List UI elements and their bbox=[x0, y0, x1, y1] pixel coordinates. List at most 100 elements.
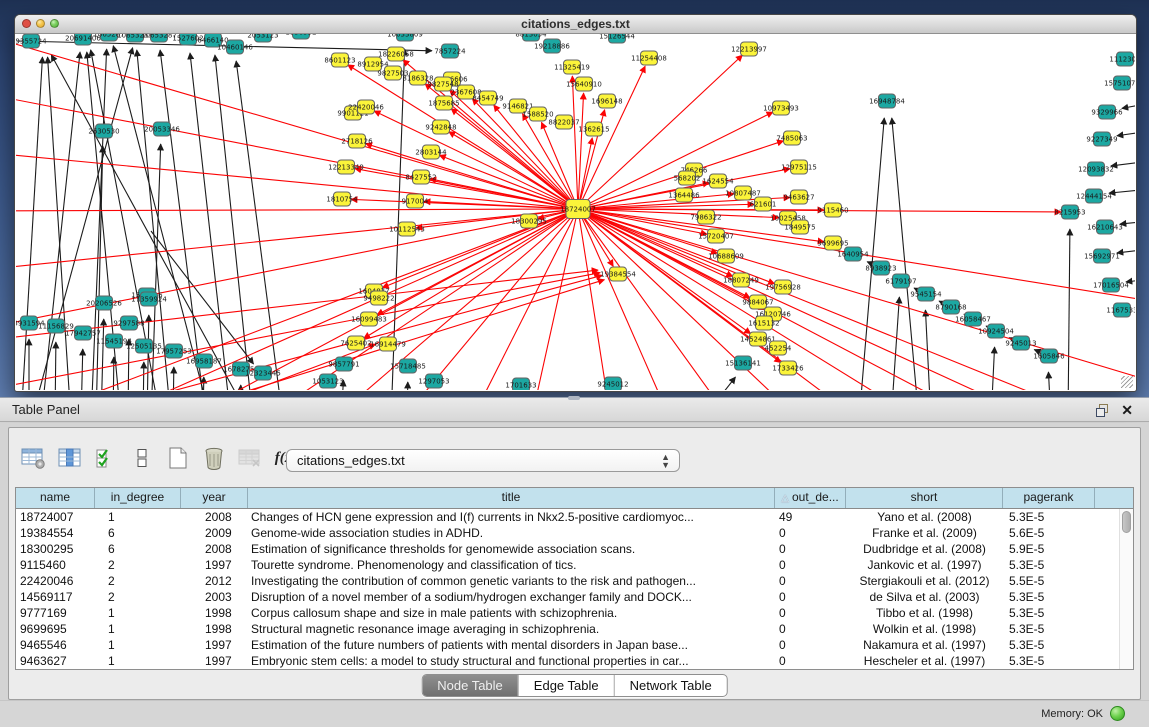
graph-node[interactable]: 7986322 bbox=[690, 210, 721, 224]
table-row[interactable]: 1456911722003Disruption of a novel membe… bbox=[16, 589, 1133, 605]
graph-node[interactable]: 9297588 bbox=[113, 316, 144, 330]
citation-edge-black[interactable] bbox=[1111, 161, 1135, 166]
graph-node[interactable]: 20206526 bbox=[86, 296, 122, 310]
graph-node[interactable]: 2630530 bbox=[88, 124, 119, 138]
graph-node[interactable]: 15640910 bbox=[566, 77, 602, 91]
citation-edge-black[interactable] bbox=[1109, 189, 1135, 193]
graph-node[interactable]: 1112305 bbox=[1109, 52, 1135, 66]
scrollbar-thumb[interactable] bbox=[1122, 511, 1131, 533]
table-row[interactable]: 1938455462009Genome-wide association stu… bbox=[16, 525, 1133, 541]
graph-node[interactable]: 9115460 bbox=[817, 203, 848, 217]
graph-node[interactable]: 11254408 bbox=[631, 51, 667, 65]
delete-column-icon[interactable] bbox=[199, 442, 229, 474]
citation-edge-black[interactable] bbox=[113, 357, 114, 390]
graph-node[interactable]: 1810754 bbox=[326, 192, 358, 206]
graph-node[interactable]: 17016504 bbox=[1093, 278, 1129, 292]
new-column-icon[interactable] bbox=[163, 442, 193, 474]
graph-node[interactable]: 15720407 bbox=[698, 229, 734, 243]
citation-edge-red[interactable] bbox=[572, 76, 578, 209]
graph-node[interactable]: 2053123 bbox=[247, 34, 278, 42]
column-header-name[interactable]: name bbox=[16, 488, 95, 508]
graph-node[interactable]: 19218886 bbox=[534, 39, 570, 53]
citation-edge-black[interactable] bbox=[81, 349, 83, 390]
citation-edge-black[interactable] bbox=[55, 342, 56, 390]
graph-node[interactable]: 1696148 bbox=[591, 94, 622, 108]
table-row[interactable]: 1830029562008Estimation of significance … bbox=[16, 541, 1133, 557]
table-row[interactable]: 1872400712008Changes of HCN gene express… bbox=[16, 509, 1133, 525]
graph-node[interactable]: 10112543 bbox=[389, 222, 425, 236]
close-panel-icon[interactable]: ✕ bbox=[1121, 401, 1133, 419]
table-row[interactable]: 911546021997Tourette syndrome. Phenomeno… bbox=[16, 557, 1133, 573]
graph-node[interactable]: 20053346 bbox=[144, 122, 180, 136]
graph-node[interactable]: 16948784 bbox=[869, 94, 905, 108]
table-row[interactable]: 977716911998Corpus callosum shape and si… bbox=[16, 605, 1133, 621]
graph-node[interactable]: 15718485 bbox=[390, 359, 426, 373]
window-resize-grip[interactable] bbox=[1121, 376, 1133, 388]
citation-edge-black[interactable] bbox=[1048, 372, 1051, 390]
graph-node[interactable]: 12444154 bbox=[1076, 189, 1112, 203]
citation-edge-red[interactable] bbox=[578, 209, 610, 390]
column-header-pagerank[interactable]: pagerank bbox=[1003, 488, 1095, 508]
citation-edge-black[interactable] bbox=[101, 319, 104, 390]
graph-node[interactable]: 11325419 bbox=[554, 60, 590, 74]
column-header-short[interactable]: short bbox=[846, 488, 1003, 508]
graph-node[interactable]: 8601123 bbox=[324, 53, 355, 67]
graph-node[interactable]: 2718126 bbox=[341, 134, 373, 148]
table-row[interactable]: 969969511998Structural magnetic resonanc… bbox=[16, 621, 1133, 637]
splitter-handle[interactable] bbox=[568, 396, 580, 400]
citation-edge-black[interactable] bbox=[173, 367, 174, 390]
table-row[interactable]: 2242004622012Investigating the contribut… bbox=[16, 573, 1133, 589]
graph-node[interactable]: 19384554 bbox=[600, 267, 636, 281]
graph-node[interactable]: 16914479 bbox=[370, 337, 406, 351]
tab-network-table[interactable]: Network Table bbox=[614, 675, 727, 696]
graph-node[interactable]: 1956532 bbox=[285, 34, 316, 39]
graph-node[interactable]: 8813054 bbox=[515, 34, 547, 41]
table-row[interactable]: 946362711997Embryonic stem cells: a mode… bbox=[16, 653, 1133, 669]
citation-edge-black[interactable] bbox=[203, 377, 204, 390]
network-window-titlebar[interactable]: citations_edges.txt bbox=[15, 15, 1136, 34]
graph-node[interactable]: 1167533 bbox=[1106, 303, 1135, 317]
graph-node[interactable]: 12213997 bbox=[731, 42, 767, 56]
graph-node[interactable]: 6179197 bbox=[885, 274, 916, 288]
graph-node[interactable]: 15136141 bbox=[725, 356, 761, 370]
graph-node[interactable]: 1362615 bbox=[578, 122, 609, 136]
table-scrollbar[interactable] bbox=[1119, 509, 1133, 669]
show-column-icon[interactable] bbox=[55, 442, 85, 474]
graph-node[interactable]: 12213349 bbox=[328, 160, 364, 174]
graph-node[interactable]: 16033809 bbox=[387, 34, 423, 41]
graph-node[interactable]: 1733426 bbox=[772, 361, 804, 375]
citation-edge-black[interactable] bbox=[21, 57, 42, 390]
network-graph-canvas[interactable]: 9355724206914061065287108532811065328715… bbox=[16, 34, 1135, 390]
table-row[interactable]: 946554611997Estimation of the future num… bbox=[16, 637, 1133, 653]
column-header-title[interactable]: title bbox=[248, 488, 775, 508]
graph-node[interactable]: 9463627 bbox=[783, 190, 814, 204]
graph-node[interactable]: 15751074 bbox=[1104, 76, 1135, 90]
graph-node[interactable]: 10924504 bbox=[978, 324, 1014, 338]
citation-edge-black[interactable] bbox=[1068, 229, 1070, 390]
column-header-outde[interactable]: △out_de... bbox=[775, 488, 846, 508]
graph-node[interactable]: 7485063 bbox=[776, 131, 807, 145]
citation-edge-black[interactable] bbox=[407, 382, 408, 390]
citation-edge-black[interactable] bbox=[991, 347, 995, 390]
citation-edge-black[interactable] bbox=[1117, 131, 1135, 136]
graph-node[interactable]: 1701633 bbox=[505, 378, 536, 390]
table-selector-dropdown[interactable]: citations_edges.txt ▲▼ bbox=[286, 449, 680, 472]
citation-edge-black[interactable] bbox=[143, 362, 144, 390]
graph-node[interactable]: 8427552 bbox=[405, 170, 436, 184]
graph-node[interactable]: 9329966 bbox=[1091, 105, 1123, 119]
select-columns-icon[interactable] bbox=[91, 442, 121, 474]
graph-node[interactable]: 12975115 bbox=[781, 160, 817, 174]
graph-node[interactable]: 1624554 bbox=[702, 174, 734, 188]
graph-node[interactable]: 9245012 bbox=[597, 377, 628, 390]
citation-edge-black[interactable] bbox=[41, 52, 80, 390]
citation-edge-black[interactable] bbox=[1122, 103, 1135, 108]
graph-node[interactable]: 16210643 bbox=[1087, 220, 1123, 234]
graph-node[interactable]: 15692971 bbox=[1084, 249, 1120, 263]
minimize-window-icon[interactable] bbox=[36, 19, 45, 28]
citation-edge-red[interactable] bbox=[407, 209, 578, 390]
graph-node[interactable]: 8215953 bbox=[1054, 205, 1085, 219]
citation-edge-black[interactable] bbox=[701, 377, 735, 390]
graph-node[interactable]: 917004 bbox=[402, 194, 429, 208]
column-header-year[interactable]: year bbox=[181, 488, 248, 508]
citation-edge-red[interactable] bbox=[541, 122, 578, 209]
